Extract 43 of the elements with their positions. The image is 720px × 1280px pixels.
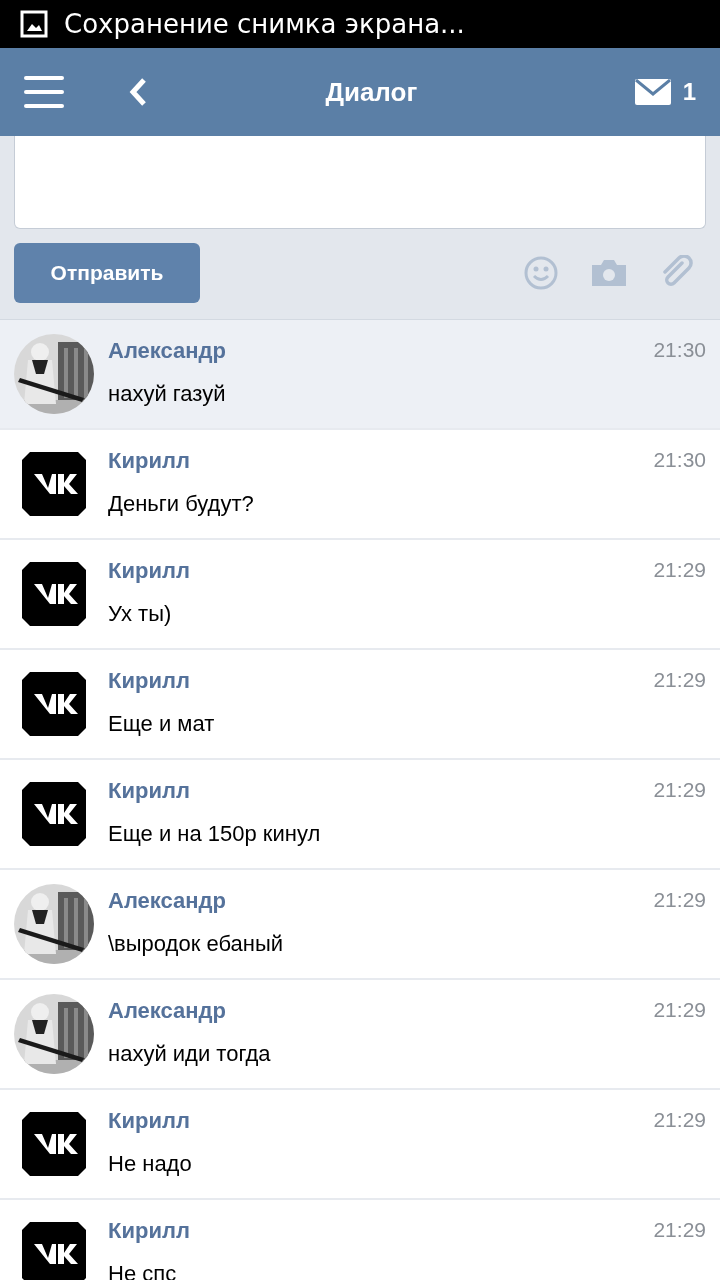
sender-name[interactable]: Кирилл (108, 444, 654, 477)
message-field[interactable] (14, 136, 706, 229)
message-text: Еще и мат (108, 710, 216, 738)
menu-icon[interactable] (24, 76, 64, 108)
back-icon[interactable] (128, 77, 148, 107)
logo-icon (22, 1222, 86, 1280)
notification-text: Сохранение снимка экрана... (64, 7, 465, 41)
header-title: Диалог (324, 75, 419, 109)
sender-name[interactable]: Александр (108, 334, 654, 367)
message-row[interactable]: Александр 21:30 нахуй газуй (0, 320, 720, 430)
image-icon (20, 10, 48, 38)
logo-icon (22, 1112, 86, 1176)
message-text: Деньги будут? (108, 490, 255, 518)
message-time: 21:29 (653, 777, 706, 803)
message-text: нахуй газуй (108, 380, 227, 408)
mail-button[interactable]: 1 (634, 74, 696, 110)
logo-icon (22, 672, 86, 736)
message-time: 21:30 (653, 447, 706, 473)
sender-name[interactable]: Кирилл (108, 664, 654, 697)
logo-icon (22, 562, 86, 626)
message-text: \выродок ебаный (108, 930, 284, 958)
sender-name[interactable]: Кирилл (108, 554, 654, 587)
message-time: 21:30 (653, 337, 706, 363)
message-text: нахуй иди тогда (108, 1040, 272, 1068)
sender-name[interactable]: Кирилл (108, 1104, 654, 1137)
sender-name[interactable]: Александр (108, 884, 654, 917)
message-time: 21:29 (653, 887, 706, 913)
sender-name[interactable]: Кирилл (108, 1214, 654, 1247)
message-time: 21:29 (653, 667, 706, 693)
camera-icon[interactable] (590, 258, 628, 288)
message-text: Не надо (108, 1150, 193, 1178)
smile-icon[interactable] (524, 256, 558, 290)
logo-icon (22, 782, 86, 846)
message-time: 21:29 (653, 1107, 706, 1133)
sender-name[interactable]: Кирилл (108, 774, 654, 807)
message-time: 21:29 (653, 997, 706, 1023)
logo-icon (22, 452, 86, 516)
send-button[interactable]: Отправить (14, 243, 200, 303)
sender-name[interactable]: Александр (108, 994, 654, 1027)
message-time: 21:29 (653, 557, 706, 583)
message-time: 21:29 (653, 1217, 706, 1243)
message-text: Ух ты) (108, 600, 173, 628)
message-text: Еще и на 150р кинул (108, 820, 322, 848)
